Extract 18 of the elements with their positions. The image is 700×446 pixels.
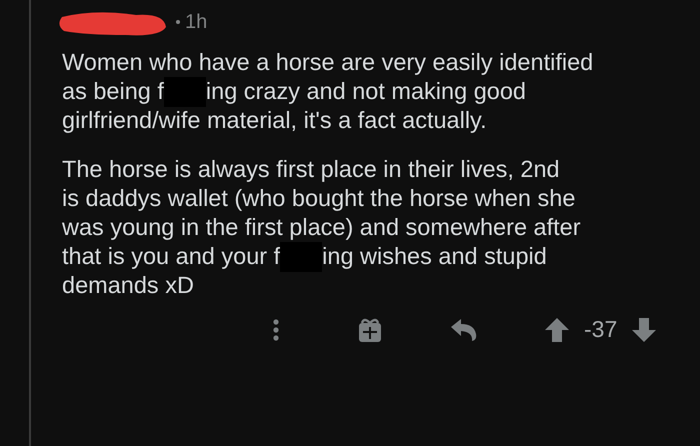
- reply-icon[interactable]: [450, 318, 478, 342]
- gift-icon[interactable]: [358, 316, 382, 342]
- comment-text: was young in the first place) and somewhere after: [62, 214, 581, 241]
- comment-text: Women who have a horse are very easily identified: [62, 49, 594, 76]
- more-icon[interactable]: [272, 318, 280, 340]
- comment-text: as being f: [62, 78, 164, 105]
- comment-time: 1h: [185, 10, 208, 34]
- comment-text: is daddys wallet (who bought the horse when she: [62, 185, 576, 212]
- vote-score: -37: [584, 316, 618, 343]
- downvote-icon[interactable]: [631, 316, 658, 342]
- comment-text: ing crazy and not making good: [206, 78, 526, 105]
- comment-text: girlfriend/wife material, it's a fact actually.: [62, 107, 487, 134]
- comment-text: that is you and your f: [62, 243, 280, 270]
- comment-text: ing wishes and stupid: [322, 243, 547, 270]
- separator-dot: [176, 20, 180, 24]
- upvote-icon[interactable]: [544, 316, 570, 342]
- comment-text: The horse is always first place in their lives, 2nd: [62, 156, 560, 183]
- comment-text: demands xD: [62, 272, 194, 299]
